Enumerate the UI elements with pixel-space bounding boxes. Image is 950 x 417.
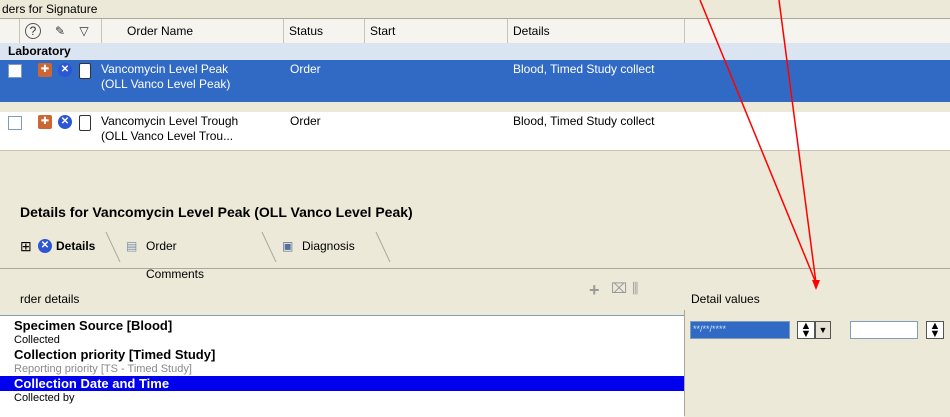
annotation-arrow-line [778,0,817,284]
annotation-arrows [699,0,820,290]
annotation-arrowhead [812,280,820,290]
annotation-arrow-line [699,0,817,284]
